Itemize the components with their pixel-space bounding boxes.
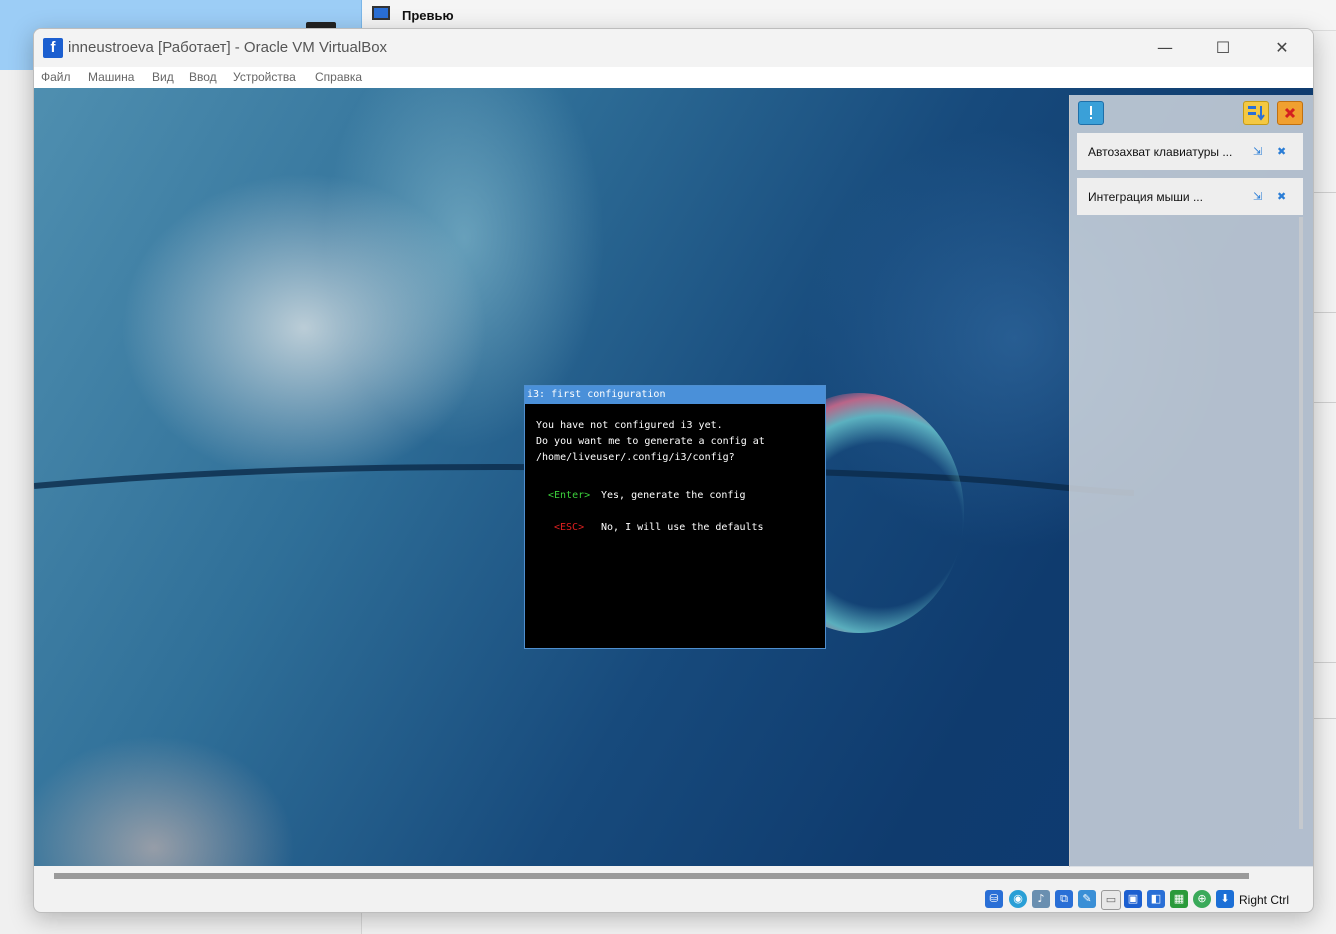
notification-label: Интеграция мыши ...	[1088, 190, 1203, 204]
notification-center: Автозахват клавиатуры ... ⇲ ✖ Интеграция…	[1069, 95, 1313, 867]
sort-notifications-icon[interactable]	[1243, 101, 1269, 125]
notification-item[interactable]: Интеграция мыши ... ⇲ ✖	[1077, 178, 1303, 215]
usb-icon[interactable]: ✎	[1078, 890, 1096, 908]
menu-input[interactable]: Ввод	[189, 70, 217, 84]
i3-config-dialog[interactable]: i3: first configuration You have not con…	[524, 385, 826, 649]
virtualbox-window: f inneustroeva [Работает] - Oracle VM Vi…	[33, 28, 1314, 913]
maximize-button[interactable]: ☐	[1201, 33, 1245, 63]
hard-disk-icon[interactable]: ⛁	[985, 890, 1003, 908]
preview-label: Превью	[402, 8, 454, 23]
menu-file[interactable]: Файл	[41, 70, 71, 84]
esc-key-label[interactable]: <ESC>	[554, 522, 584, 533]
notification-scrollbar[interactable]	[1299, 217, 1303, 829]
notification-label: Автозахват клавиатуры ...	[1088, 145, 1233, 159]
window-title: inneustroeva [Работает] - Oracle VM Virt…	[68, 39, 388, 56]
notification-alert-icon[interactable]	[1078, 101, 1104, 125]
audio-icon[interactable]: ♪	[1032, 890, 1050, 908]
host-right-edge	[1312, 40, 1336, 934]
close-notification-icon[interactable]: ✖	[1277, 190, 1286, 203]
close-notification-icon[interactable]: ✖	[1277, 145, 1286, 158]
video-capture-icon[interactable]: ◧	[1147, 890, 1165, 908]
display-icon[interactable]: ▣	[1124, 890, 1142, 908]
menu-machine[interactable]: Машина	[88, 70, 134, 84]
network-icon[interactable]: ⧉	[1055, 890, 1073, 908]
host-preview-header	[362, 0, 1336, 31]
title-bar[interactable]: f inneustroeva [Работает] - Oracle VM Vi…	[34, 29, 1313, 67]
close-button[interactable]: ✕	[1260, 33, 1304, 63]
i3-dialog-message: You have not configured i3 yet. Do you w…	[536, 420, 765, 463]
horizontal-scrollbar[interactable]	[54, 873, 1249, 879]
menu-bar: Файл Машина Вид Ввод Устройства Справка	[34, 67, 1313, 88]
enter-key-label[interactable]: <Enter>	[548, 490, 590, 501]
monitor-icon	[372, 6, 390, 20]
mouse-integration-icon[interactable]: ⊕	[1193, 890, 1211, 908]
dismiss-all-notifications-icon[interactable]	[1277, 101, 1303, 125]
esc-option-text: No, I will use the defaults	[601, 522, 764, 533]
i3-dialog-title: i3: first configuration	[525, 386, 825, 404]
virtualbox-app-icon: f	[43, 38, 63, 58]
shared-folders-icon[interactable]: ▭	[1101, 890, 1121, 910]
menu-help[interactable]: Справка	[315, 70, 362, 84]
help-icon[interactable]: ⇲	[1253, 145, 1262, 158]
cpu-icon[interactable]: ▦	[1170, 890, 1188, 908]
menu-view[interactable]: Вид	[152, 70, 174, 84]
enter-option-text: Yes, generate the config	[601, 490, 746, 501]
host-key-label: Right Ctrl	[1239, 893, 1290, 907]
menu-devices[interactable]: Устройства	[233, 70, 296, 84]
help-icon[interactable]: ⇲	[1253, 190, 1262, 203]
minimize-button[interactable]: —	[1143, 33, 1187, 63]
keyboard-icon[interactable]: ⬇	[1216, 890, 1234, 908]
notification-item[interactable]: Автозахват клавиатуры ... ⇲ ✖	[1077, 133, 1303, 170]
optical-drive-icon[interactable]: ◉	[1009, 890, 1027, 908]
